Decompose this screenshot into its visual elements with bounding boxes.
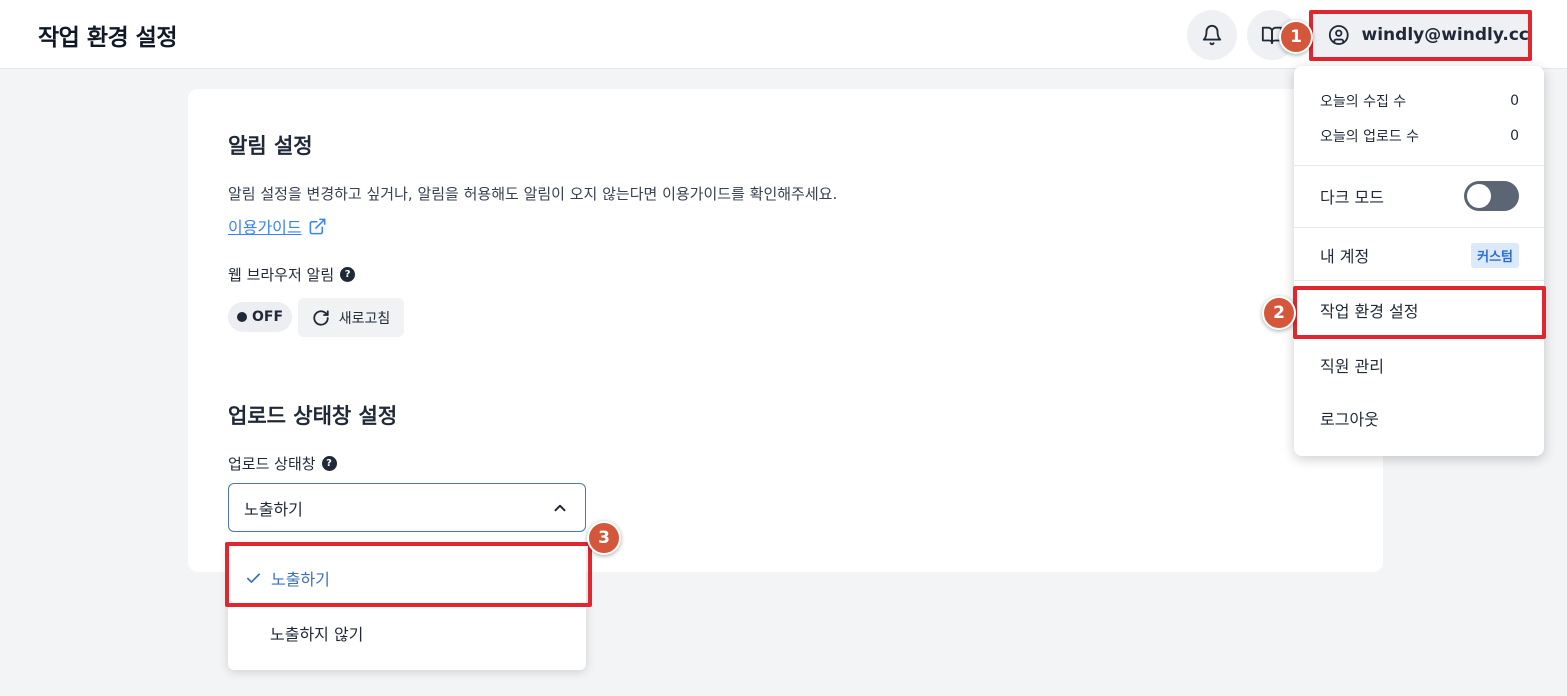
notifications-button[interactable] xyxy=(1187,10,1237,60)
stat-label: 오늘의 업로드 수 xyxy=(1320,129,1420,145)
bell-icon xyxy=(1202,25,1222,46)
upload-status-label: 업로드 상태창 ? xyxy=(228,453,337,474)
step-badge-3: 3 xyxy=(587,521,621,555)
stat-value: 0 xyxy=(1510,128,1519,144)
dark-mode-label: 다크 모드 xyxy=(1320,188,1384,207)
logout-item[interactable]: 로그아웃 xyxy=(1294,398,1544,438)
notification-section-title: 알림 설정 xyxy=(228,134,313,158)
my-account-item[interactable]: 내 계정 커스텀 xyxy=(1294,236,1544,274)
staff-management-item[interactable]: 직원 관리 xyxy=(1294,345,1544,385)
staff-management-label: 직원 관리 xyxy=(1320,357,1384,376)
browser-notification-label-text: 웹 브라우저 알림 xyxy=(228,266,335,284)
user-guide-link-label: 이용가이드 xyxy=(228,218,302,237)
menu-divider xyxy=(1294,280,1544,281)
refresh-button[interactable]: 새로고침 xyxy=(298,298,404,337)
custom-badge: 커스텀 xyxy=(1471,242,1519,268)
help-icon[interactable]: ? xyxy=(340,267,356,282)
menu-divider xyxy=(1294,165,1544,166)
page-title: 작업 환경 설정 xyxy=(38,25,177,51)
account-dropdown-menu: 오늘의 수집 수 0 오늘의 업로드 수 0 다크 모드 내 계정 커스텀 작업… xyxy=(1294,66,1544,456)
toggle-knob xyxy=(1467,184,1491,208)
toggle-state-label: OFF xyxy=(251,309,284,325)
option-show[interactable]: 노출하기 xyxy=(228,551,586,605)
menu-divider xyxy=(1294,227,1544,228)
upload-section-title: 업로드 상태창 설정 xyxy=(228,404,398,428)
refresh-icon xyxy=(313,309,329,326)
help-icon[interactable]: ? xyxy=(321,456,337,471)
account-email: windly@windly.cc xyxy=(1361,25,1529,45)
upload-status-select[interactable]: 노출하기 xyxy=(228,483,586,532)
option-hide-label: 노출하지 않기 xyxy=(270,625,364,644)
stat-row-collect: 오늘의 수집 수 0 xyxy=(1294,88,1544,114)
upload-status-label-text: 업로드 상태창 xyxy=(228,455,316,473)
my-account-label: 내 계정 xyxy=(1320,247,1370,266)
upload-status-selected-value: 노출하기 xyxy=(244,499,303,519)
dark-mode-row[interactable]: 다크 모드 xyxy=(1294,175,1544,217)
logout-label: 로그아웃 xyxy=(1320,410,1379,429)
refresh-button-label: 새로고침 xyxy=(338,310,391,327)
browser-notification-label: 웹 브라우저 알림 ? xyxy=(228,264,356,285)
user-circle-icon xyxy=(1328,25,1349,45)
chevron-up-icon xyxy=(554,504,566,511)
browser-notification-toggle[interactable]: OFF xyxy=(228,302,292,332)
upload-status-options: 노출하기 노출하지 않기 xyxy=(228,544,586,670)
step-badge-1: 1 xyxy=(1279,20,1313,54)
stat-row-upload: 오늘의 업로드 수 0 xyxy=(1294,123,1544,149)
account-menu-button[interactable]: windly@windly.cc xyxy=(1312,12,1529,58)
notification-description: 알림 설정을 변경하고 싶거나, 알림을 허용해도 알림이 오지 않는다면 이용… xyxy=(228,185,838,203)
stat-label: 오늘의 수집 수 xyxy=(1320,94,1407,110)
external-link-icon xyxy=(309,218,326,234)
dark-mode-toggle[interactable] xyxy=(1464,181,1519,211)
top-header: 작업 환경 설정 windly@windly.cc xyxy=(0,0,1567,69)
toggle-dot xyxy=(236,312,247,322)
user-guide-link[interactable]: 이용가이드 xyxy=(228,214,327,238)
option-hide[interactable]: 노출하지 않기 xyxy=(228,606,586,660)
option-show-label: 노출하기 xyxy=(271,570,330,589)
stat-value: 0 xyxy=(1510,93,1519,109)
workspace-settings-label: 작업 환경 설정 xyxy=(1320,302,1419,321)
workspace-settings-item[interactable]: 작업 환경 설정 xyxy=(1294,290,1544,330)
step-badge-2: 2 xyxy=(1262,296,1296,330)
check-icon xyxy=(246,572,261,583)
